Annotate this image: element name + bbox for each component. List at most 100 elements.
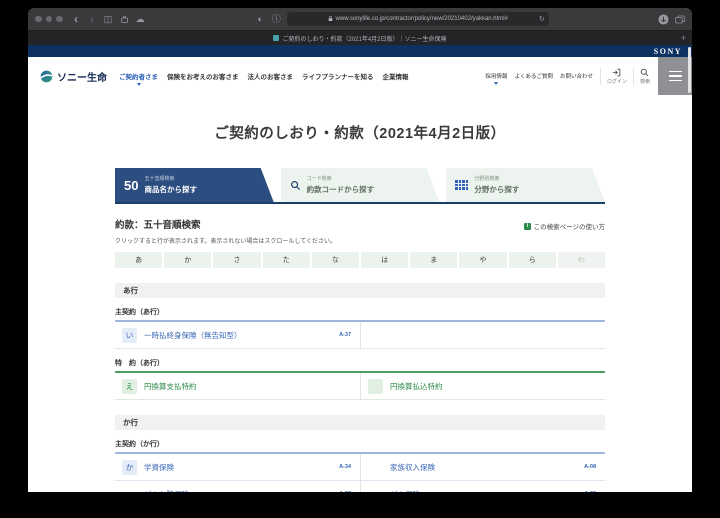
icon-nav: ログイン 検索 <box>599 67 656 85</box>
table-cell: か 学資保険 A-34 <box>115 454 360 481</box>
kana-button-ya[interactable]: や <box>459 252 507 268</box>
browser-toolbar: ‹ › ◫ ☁ ◐ ⓘ www.sonylife.co.jp/contracto… <box>28 8 692 30</box>
tab-category: 分野別検索 <box>474 176 500 183</box>
menu-button[interactable] <box>658 57 692 95</box>
sublabel-rider-a: 特 約（あ行） <box>115 360 164 367</box>
product-code: A-26 <box>584 491 598 492</box>
sublabel-main-ka: 主契約（か行） <box>115 441 164 448</box>
product-code: A-08 <box>584 464 596 470</box>
instruction-note: クリックすると行が表示されます。表示されない場合はスクロールしてください。 <box>115 239 337 245</box>
nav-item-policyholders[interactable]: ご契約者さま <box>119 71 158 86</box>
close-window-button[interactable] <box>35 15 42 23</box>
fifty-badge: 50 <box>124 177 139 193</box>
util-item-faq[interactable]: よくあるご質問 <box>514 72 553 80</box>
product-link[interactable]: 学資保険 <box>144 462 335 473</box>
product-link[interactable]: がん保険 <box>390 489 580 493</box>
tab-syllabary-search[interactable]: 50 五十音順検索 商品名から探す <box>115 168 274 202</box>
scrollbar-thumb[interactable] <box>688 47 691 93</box>
kana-badge: え <box>122 378 137 394</box>
tab-code-search[interactable]: コード検索 約款コードから探す <box>281 168 440 202</box>
back-button[interactable]: ‹ <box>71 13 82 25</box>
menu-icon <box>668 70 682 73</box>
kana-index-row: あ か さ た な は ま や ら わ <box>115 252 605 268</box>
tab-category: コード検索 <box>306 176 332 183</box>
nav-item-corporate-customers[interactable]: 法人のお客さま <box>248 71 294 81</box>
search-button[interactable]: 検索 <box>632 67 656 85</box>
login-button[interactable]: ログイン <box>599 67 633 85</box>
nav-item-considering[interactable]: 保険をお考えのお客さま <box>167 71 239 81</box>
product-link[interactable]: 家族収入保険 <box>390 462 580 473</box>
sonylife-logo[interactable]: ソニー生命 <box>40 69 107 84</box>
icloud-tabs-icon[interactable]: ☁ <box>135 14 146 24</box>
downloads-icon[interactable] <box>658 13 669 25</box>
privacy-shield-icon[interactable]: ◐ <box>255 14 266 24</box>
product-code: A-27 <box>339 491 353 492</box>
sidebar-icon[interactable]: ◫ <box>103 14 114 24</box>
help-link[interactable]: i この検索ページの使い方 <box>524 221 605 231</box>
screenshot-canvas: { "colors": { "navy": "#0d3160", "active… <box>0 0 720 518</box>
table-cell: え 円換算支払特約 <box>115 373 360 400</box>
kana-button-ra[interactable]: ら <box>508 252 556 268</box>
magnifier-icon <box>290 180 301 191</box>
guide-icon: i <box>524 222 532 230</box>
riders-table-a: え 円換算支払特約 円換算払込特約 <box>115 371 605 400</box>
kana-badge: か <box>122 459 137 475</box>
reload-icon[interactable]: ↻ <box>539 15 545 23</box>
login-icon <box>613 68 621 76</box>
tab-overview-icon[interactable] <box>674 15 685 24</box>
tab-label: 約款コードから探す <box>306 184 375 194</box>
site-header: ソニー生命 ご契約者さま 保険をお考えのお客さま 法人のお客さま ライフプランナ… <box>28 57 692 95</box>
main-nav: ご契約者さま 保険をお考えのお客さま 法人のお客さま ライフプランナーを知る 企… <box>119 71 409 86</box>
nav-item-lifeplanner[interactable]: ライフプランナーを知る <box>302 71 374 81</box>
product-code: A-34 <box>339 464 351 470</box>
nav-item-company[interactable]: 企業情報 <box>383 71 409 81</box>
product-link[interactable]: 円換算払込特約 <box>390 381 592 392</box>
util-item-recruit[interactable]: 採用情報 <box>485 72 507 85</box>
kana-button-sa[interactable]: さ <box>213 252 261 268</box>
grid-icon <box>455 180 468 190</box>
kana-button-ta[interactable]: た <box>262 252 310 268</box>
product-link[interactable]: 円換算支払特約 <box>144 381 347 392</box>
tab-label: 分野から探す <box>474 184 520 194</box>
kana-badge <box>368 378 383 394</box>
kana-button-ma[interactable]: ま <box>410 252 458 268</box>
table-cell: 円換算払込特約 <box>360 373 605 400</box>
search-tabs: 50 五十音順検索 商品名から探す コード検索 約款コードから探す 分野別検索 … <box>115 168 605 204</box>
tab-bar: ご契約のしおり・約款（2021年4月2日版）｜ソニー生命保険 + <box>28 30 692 45</box>
section-title: 約款：五十音順検索 <box>115 220 201 231</box>
product-link[interactable]: 一時払終身保険（無告知型） <box>144 330 335 341</box>
kana-badge <box>368 487 383 493</box>
help-link-label: この検索ページの使い方 <box>533 224 605 231</box>
tab-title-text: ご契約のしおり・約款（2021年4月2日版）｜ソニー生命保険 <box>282 36 447 43</box>
row-header-a: あ行 <box>115 283 605 298</box>
address-bar[interactable]: www.sonylife.co.jp/contractor/policy/new… <box>286 12 549 26</box>
window-controls <box>35 15 63 23</box>
kana-badge: い <box>122 327 137 343</box>
search-icon <box>641 68 649 76</box>
table-cell: がん入院保険 A-27 <box>115 481 360 493</box>
forward-button[interactable]: › <box>87 13 98 25</box>
new-tab-button[interactable]: + <box>681 33 686 43</box>
safari-window: ‹ › ◫ ☁ ◐ ⓘ www.sonylife.co.jp/contracto… <box>28 8 692 492</box>
kana-button-wa: わ <box>557 252 605 268</box>
kana-button-ha[interactable]: は <box>361 252 409 268</box>
kana-button-ka[interactable]: か <box>164 252 212 268</box>
tab-category-search[interactable]: 分野別検索 分野から探す <box>446 168 605 202</box>
chevron-down-icon <box>136 83 141 86</box>
sublabel-main-a: 主契約（あ行） <box>115 309 164 316</box>
minimize-window-button[interactable] <box>45 15 52 23</box>
active-tab[interactable]: ご契約のしおり・約款（2021年4月2日版）｜ソニー生命保険 <box>273 34 447 43</box>
sony-logo[interactable]: SONY <box>654 47 682 56</box>
kana-button-na[interactable]: な <box>311 252 359 268</box>
product-link[interactable]: がん入院保険 <box>144 489 335 493</box>
zoom-window-button[interactable] <box>56 15 63 23</box>
login-label: ログイン <box>606 78 627 85</box>
webpage: SONY ソニー生命 ご契約者さま 保険をお考えのお客さま 法人のお客さま ライ… <box>28 45 692 492</box>
search-label: 検索 <box>639 78 650 85</box>
table-cell: がん保険 A-26 <box>360 481 605 492</box>
extension-info-icon[interactable]: ⓘ <box>271 14 282 24</box>
bag-icon[interactable] <box>119 15 130 24</box>
util-item-contact[interactable]: お問い合わせ <box>560 72 593 80</box>
kana-button-a[interactable]: あ <box>115 252 163 268</box>
kana-badge <box>368 460 383 475</box>
